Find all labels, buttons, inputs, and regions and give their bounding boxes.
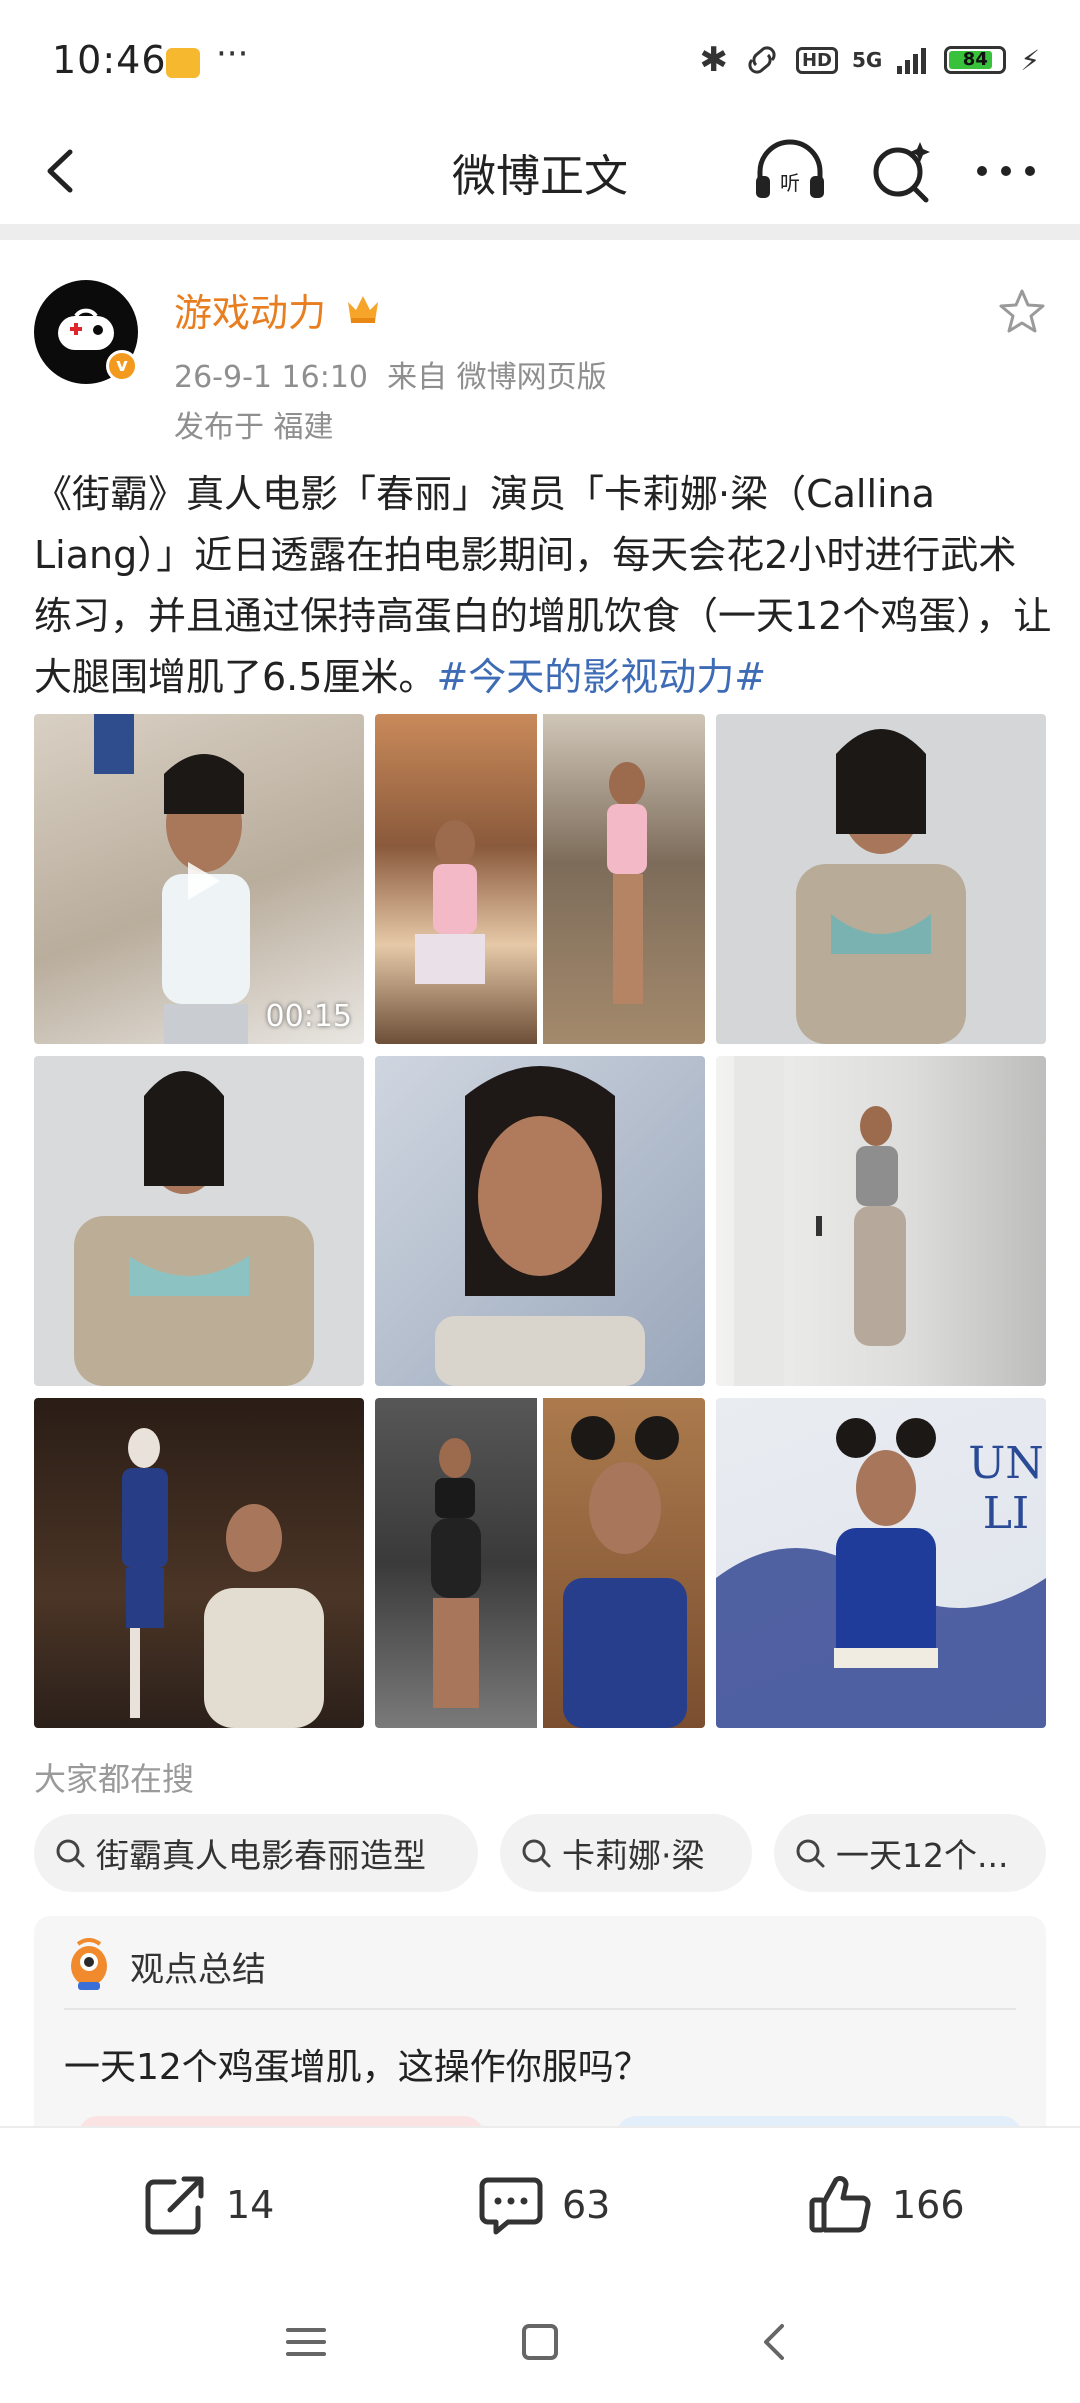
summary-title: 观点总结 [130,1950,266,1990]
listen-button[interactable]: 听 [750,134,830,208]
recents-menu-icon[interactable] [276,2312,336,2372]
bluetooth-icon: ✱ [699,40,728,80]
photo-chun-li-poster[interactable]: UN LI [716,1398,1046,1728]
vip-crown-icon[interactable] [344,290,382,328]
hashtag-link[interactable]: #今天的影视动力# [436,655,766,699]
ai-search-icon [873,142,930,203]
signal-icon [897,48,927,74]
clock: 10:46 [52,38,167,82]
back-button[interactable] [30,138,96,204]
comment-button[interactable]: 63 [476,2170,610,2240]
search-chip-3[interactable]: 一天12个... [774,1814,1046,1892]
search-icon [522,1839,551,1868]
search-chip-1[interactable]: 街霸真人电影春丽造型 [34,1814,478,1892]
svg-text:听: 听 [780,171,800,195]
share-icon [145,2176,204,2235]
status-icons: ✱ HD 5G 84 ⚡ [699,38,1040,82]
post-location: 发布于 福建 [174,410,334,445]
header-divider [0,224,1080,240]
battery-level: 84 [962,49,988,70]
hd-icon: HD [795,46,838,74]
search-icon [796,1839,825,1868]
system-back-icon[interactable] [746,2312,806,2372]
summary-divider [64,2008,1016,2010]
author-name[interactable]: 游戏动力 [174,282,326,337]
play-icon[interactable] [174,854,228,908]
ai-search-button[interactable] [862,134,942,208]
photo-gym-right [543,1398,705,1728]
photo-portrait-1[interactable] [716,714,1046,1044]
like-button[interactable]: 166 [806,2170,965,2240]
back-icon [47,149,73,193]
more-button[interactable] [966,134,1046,208]
post-meta: 26-9-1 16:10 来自 微博网页版 [174,352,607,396]
search-chip-2[interactable]: 卡莉娜·梁 [500,1814,752,1892]
more-notifications-icon: ··· [216,34,249,74]
post-action-bar: 14 63 166 [0,2126,1080,2284]
search-chip-label: 街霸真人电影春丽造型 [96,1836,426,1875]
comment-icon [479,2177,543,2235]
link-icon [748,46,776,74]
home-icon[interactable] [510,2312,570,2372]
photo-gym-collage[interactable] [375,1398,705,1728]
system-nav-bar [0,2282,1080,2403]
search-heading: 大家都在搜 [34,1760,195,1798]
status-bar: 10:46 ··· ✱ HD 5G 84 ⚡ [0,0,1080,120]
search-icon [56,1839,85,1868]
charging-icon: ⚡ [1020,43,1040,77]
svg-text:UN: UN [968,1438,1044,1489]
photo-portrait-2[interactable] [34,1056,364,1386]
mascot-icon [71,1938,107,1990]
thumbs-up-icon [809,2176,871,2233]
photo-store-left [375,714,537,1044]
top-nav-bar: 微博正文 听 [0,120,1080,224]
like-count: 166 [892,2183,965,2227]
photo-store-collage[interactable] [375,714,705,1044]
comment-count: 63 [562,2183,611,2227]
repost-button[interactable]: 14 [140,2170,274,2240]
verified-badge-icon: v [106,350,138,382]
search-chip-label: 一天12个... [836,1836,1009,1875]
video-duration: 00:15 [265,999,352,1034]
photo-costume-display[interactable] [34,1398,364,1728]
favorite-star-icon[interactable] [996,286,1048,338]
repost-count: 14 [226,2183,275,2227]
photo-gym-left [375,1398,537,1728]
svg-text:LI: LI [983,1488,1030,1539]
battery-icon: 84 [944,46,1007,74]
photo-store-right [543,714,705,1044]
photo-closeup[interactable] [375,1056,705,1386]
post-time: 26-9-1 16:10 [174,360,368,395]
network-label: 5G [851,48,883,72]
post-source: 来自 微博网页版 [387,360,607,395]
notification-icon [166,48,200,78]
opinion-summary-card[interactable]: 观点总结 一天12个鸡蛋增肌，这操作你服吗？ [34,1916,1046,2156]
more-icon [977,166,1035,176]
post-body: 《街霸》真人电影「春丽」演员「卡莉娜·梁（Callina Liang）」近日透露… [34,464,1054,708]
listen-icon: 听 [756,139,824,198]
search-chip-label: 卡莉娜·梁 [562,1836,705,1875]
photo-mirror-selfie[interactable] [716,1056,1046,1386]
summary-question: 一天12个鸡蛋增肌，这操作你服吗？ [64,2047,650,2088]
video-thumbnail[interactable]: 00:15 [34,714,364,1044]
